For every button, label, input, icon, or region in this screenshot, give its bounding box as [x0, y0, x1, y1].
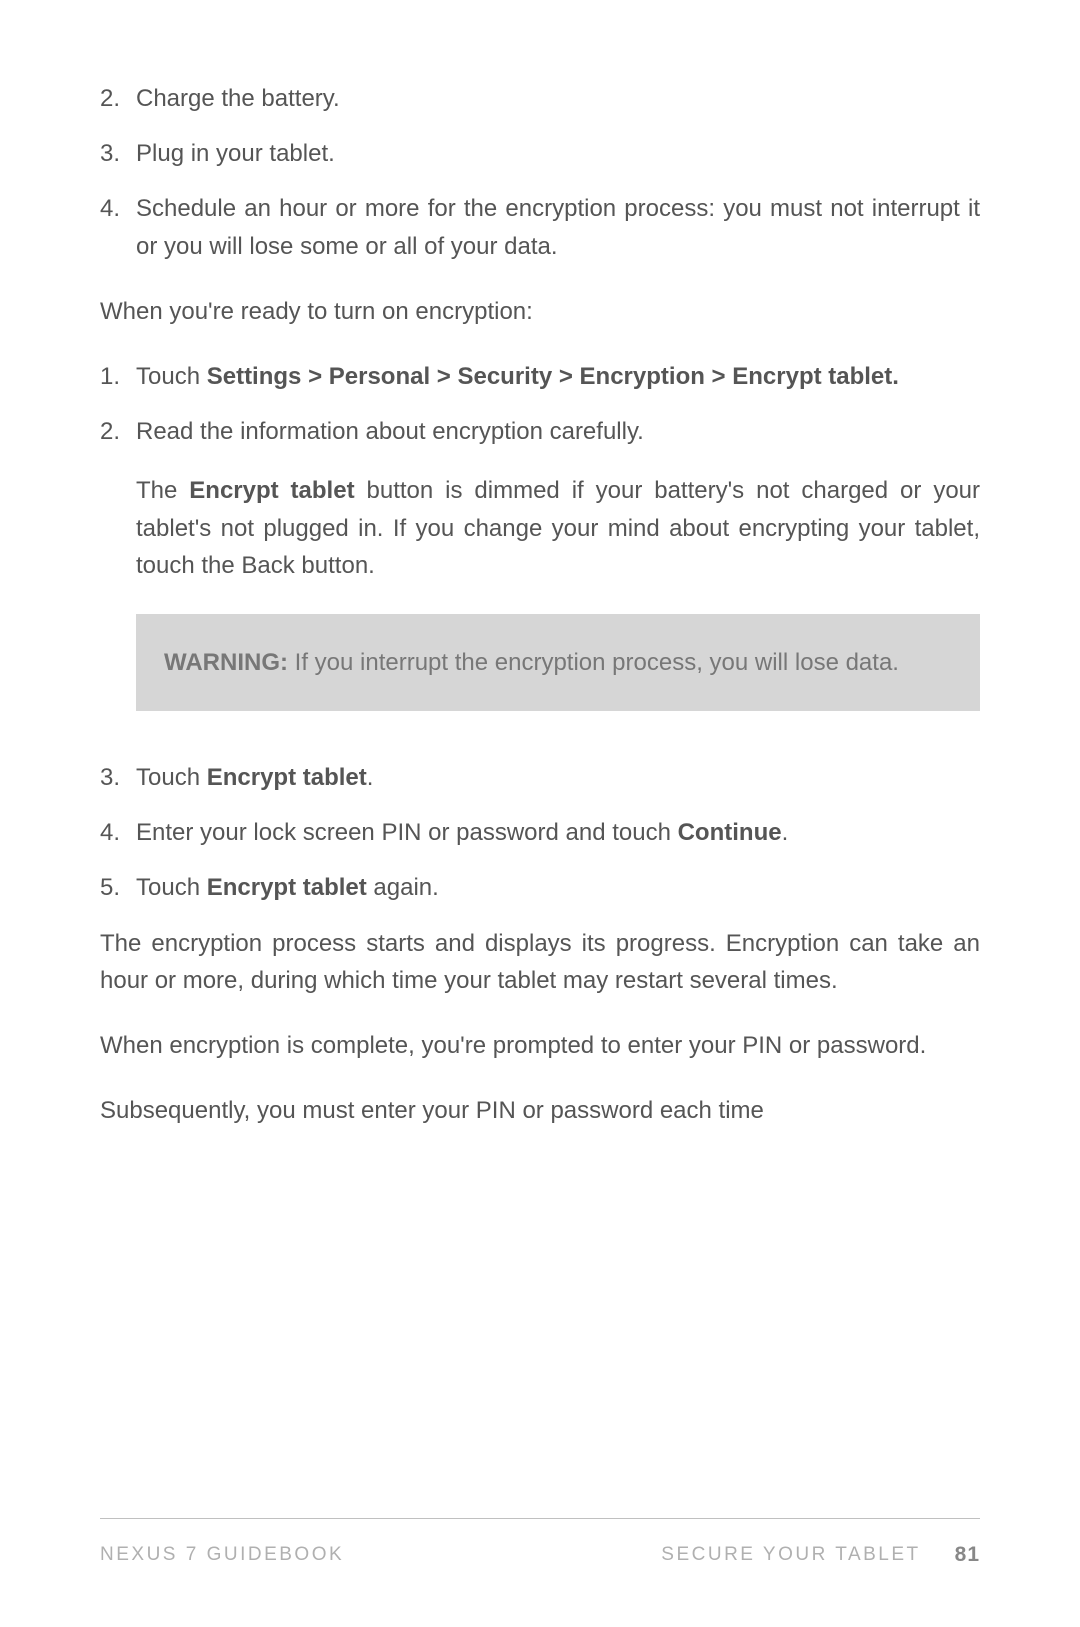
warning-callout: WARNING: If you interrupt the encryption…: [136, 614, 980, 711]
outro-paragraph: When encryption is complete, you're prom…: [100, 1027, 980, 1064]
warning-text: If you interrupt the encryption process,…: [288, 649, 899, 676]
list-number: 5.: [100, 869, 136, 906]
button-name: Encrypt tablet: [207, 764, 367, 791]
pre-steps-list: 2. Charge the battery. 3. Plug in your t…: [100, 80, 980, 265]
list-item: 3. Touch Encrypt tablet.: [100, 759, 980, 796]
list-item: 2. Read the information about encryption…: [100, 413, 980, 741]
list-text: Plug in your tablet.: [136, 135, 980, 172]
footer-book-title: NEXUS 7 GUIDEBOOK: [100, 1544, 344, 1566]
page-footer: NEXUS 7 GUIDEBOOK SECURE YOUR TABLET 81: [100, 1518, 980, 1567]
list-number: 3.: [100, 759, 136, 796]
list-item: 1. Touch Settings > Personal > Security …: [100, 358, 980, 395]
button-name: Encrypt tablet: [189, 477, 354, 504]
outro-paragraph: Subsequently, you must enter your PIN or…: [100, 1092, 980, 1129]
list-number: 2.: [100, 80, 136, 117]
intro-paragraph: When you're ready to turn on encryption:: [100, 293, 980, 330]
page-number: 81: [955, 1543, 980, 1567]
encryption-steps-list: 1. Touch Settings > Personal > Security …: [100, 358, 980, 907]
list-number: 4.: [100, 190, 136, 264]
outro-paragraph: The encryption process starts and displa…: [100, 925, 980, 999]
list-text: Schedule an hour or more for the encrypt…: [136, 190, 980, 264]
list-text: Touch Encrypt tablet again.: [136, 869, 980, 906]
warning-label: WARNING:: [164, 649, 288, 676]
list-text: Touch Encrypt tablet.: [136, 759, 980, 796]
sub-paragraph: The Encrypt tablet button is dimmed if y…: [136, 472, 980, 584]
button-name: Continue: [678, 819, 782, 846]
list-text: Touch Settings > Personal > Security > E…: [136, 358, 980, 395]
list-text: Read the information about encryption ca…: [136, 413, 980, 450]
list-item: 4. Schedule an hour or more for the encr…: [100, 190, 980, 264]
list-text: Charge the battery.: [136, 80, 980, 117]
list-number: 2.: [100, 413, 136, 741]
page-content: 2. Charge the battery. 3. Plug in your t…: [100, 80, 980, 1129]
list-item: 5. Touch Encrypt tablet again.: [100, 869, 980, 906]
list-text: Enter your lock screen PIN or password a…: [136, 814, 980, 851]
list-item: 2. Charge the battery.: [100, 80, 980, 117]
list-item: 3. Plug in your tablet.: [100, 135, 980, 172]
list-number: 4.: [100, 814, 136, 851]
list-item: 4. Enter your lock screen PIN or passwor…: [100, 814, 980, 851]
list-number: 3.: [100, 135, 136, 172]
nav-path: Settings > Personal > Security > Encrypt…: [207, 363, 899, 390]
list-number: 1.: [100, 358, 136, 395]
button-name: Encrypt tablet: [207, 874, 367, 901]
footer-section-title: SECURE YOUR TABLET: [661, 1544, 920, 1566]
